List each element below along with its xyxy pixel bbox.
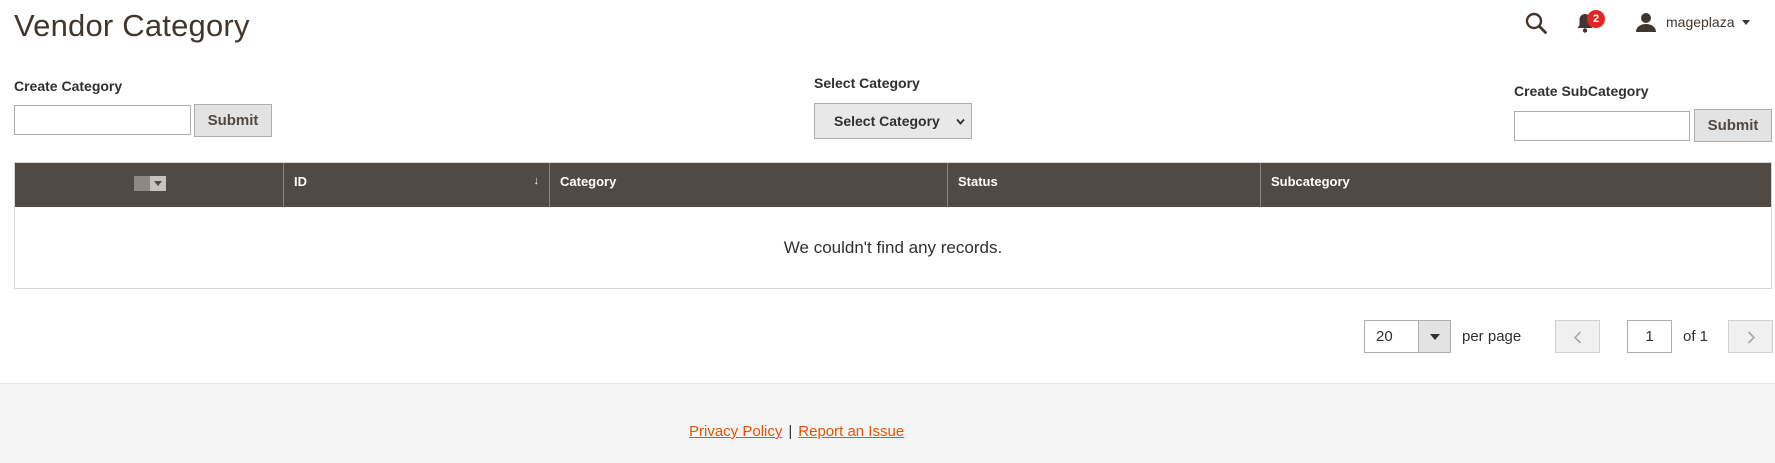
- mass-select-toggle[interactable]: [134, 176, 166, 191]
- chevron-down-icon[interactable]: [150, 176, 166, 191]
- footer-separator: |: [788, 423, 793, 440]
- select-category-dropdown[interactable]: Select Category: [814, 103, 972, 139]
- per-page-value: 20: [1376, 328, 1393, 345]
- column-header-id-label: ID: [294, 174, 307, 189]
- current-page-input[interactable]: 1: [1627, 320, 1672, 353]
- page-title: Vendor Category: [14, 8, 250, 43]
- report-issue-link[interactable]: Report an Issue: [798, 423, 904, 440]
- create-category-input[interactable]: [14, 105, 191, 135]
- chevron-left-icon: [1573, 331, 1582, 344]
- search-icon[interactable]: [1525, 12, 1547, 34]
- create-category-submit-button[interactable]: Submit: [194, 104, 272, 137]
- chevron-down-icon[interactable]: [1418, 321, 1450, 352]
- create-subcategory-input[interactable]: [1514, 111, 1690, 141]
- select-category-value: Select Category: [834, 113, 940, 129]
- select-category-label: Select Category: [814, 75, 920, 91]
- per-page-label: per page: [1462, 328, 1522, 345]
- column-header-subcategory[interactable]: Subcategory: [1261, 163, 1771, 207]
- sort-arrow-icon: ↓: [533, 175, 540, 187]
- notification-count-badge: 2: [1587, 10, 1605, 28]
- data-grid: ID ↓ Category Status Subcategory We coul…: [14, 162, 1772, 289]
- column-header-category-label: Category: [560, 174, 617, 189]
- footer-links: Privacy Policy | Report an Issue: [689, 423, 904, 440]
- user-menu[interactable]: mageplaza: [1635, 11, 1750, 33]
- chevron-right-icon: [1747, 331, 1756, 344]
- pagination: 20 per page 1 of 1: [0, 320, 1775, 353]
- column-mass-select: [15, 163, 284, 207]
- create-category-label: Create Category: [14, 78, 123, 94]
- create-subcategory-label: Create SubCategory: [1514, 83, 1649, 99]
- grid-header: ID ↓ Category Status Subcategory: [15, 163, 1771, 207]
- page-footer: Privacy Policy | Report an Issue: [0, 383, 1775, 463]
- previous-page-button[interactable]: [1555, 320, 1600, 353]
- chevron-down-icon: [1741, 19, 1750, 25]
- column-header-status[interactable]: Status: [948, 163, 1261, 207]
- chevron-down-icon: [956, 118, 965, 125]
- create-subcategory-submit-button[interactable]: Submit: [1694, 109, 1772, 142]
- column-header-category[interactable]: Category: [550, 163, 948, 207]
- user-icon: [1636, 13, 1656, 32]
- empty-records-message: We couldn't find any records.: [783, 238, 1003, 257]
- column-header-status-label: Status: [958, 174, 998, 189]
- privacy-policy-link[interactable]: Privacy Policy: [689, 423, 782, 440]
- next-page-button[interactable]: [1728, 320, 1773, 353]
- notifications-button[interactable]: 2: [1576, 10, 1605, 36]
- per-page-select[interactable]: 20: [1364, 320, 1451, 353]
- user-name: mageplaza: [1666, 14, 1735, 30]
- column-header-id[interactable]: ID ↓: [284, 163, 550, 207]
- column-header-subcategory-label: Subcategory: [1271, 174, 1350, 189]
- page-total-label: of 1: [1683, 328, 1709, 345]
